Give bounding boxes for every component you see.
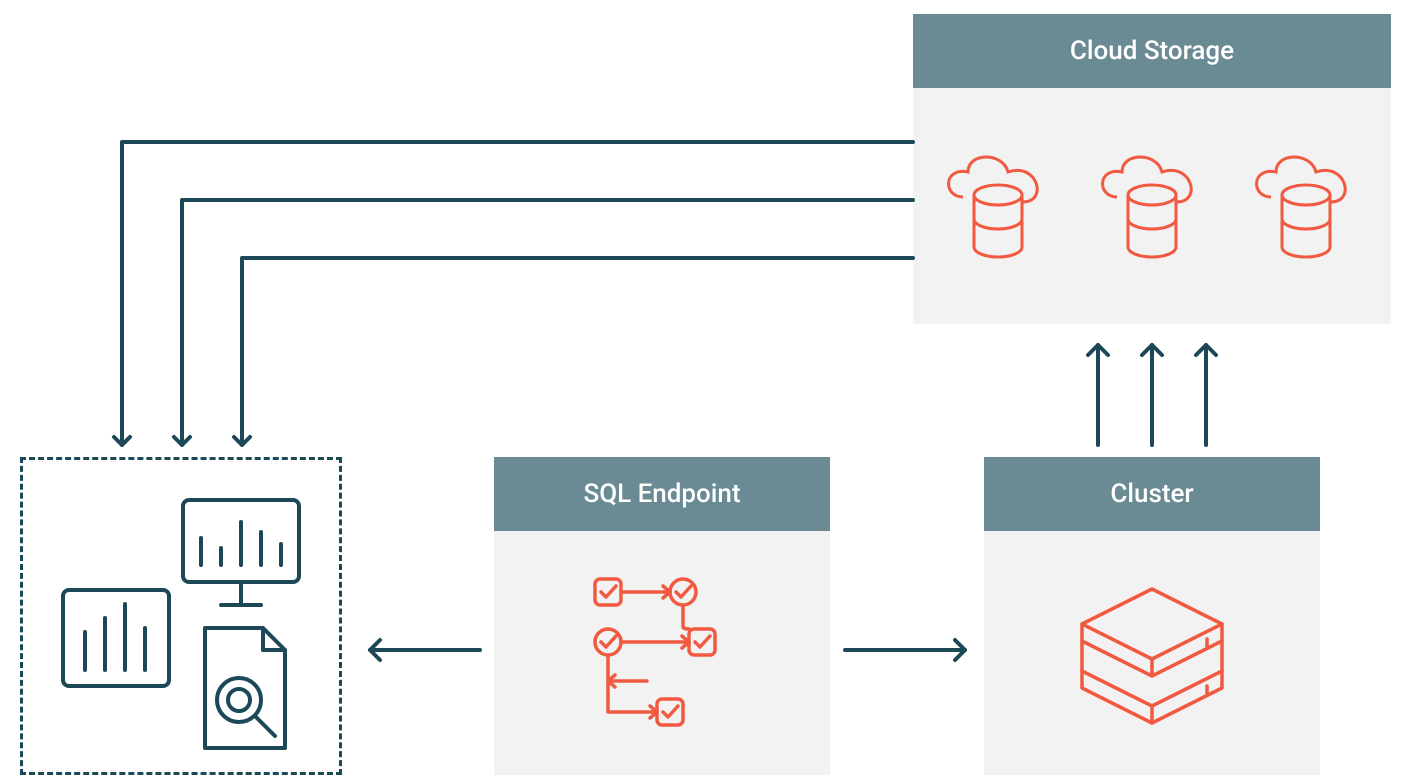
analytics-box <box>20 457 342 775</box>
sql-endpoint-box: SQL Endpoint <box>494 457 830 775</box>
cloud-database-icon <box>1087 147 1217 267</box>
stack-icon <box>1067 579 1237 729</box>
cloud-database-icon <box>1241 147 1371 267</box>
cloud-database-icon <box>933 147 1063 267</box>
workflow-icon <box>577 569 747 739</box>
cloud-storage-body <box>913 88 1391 326</box>
cluster-header: Cluster <box>984 457 1320 531</box>
cluster-label: Cluster <box>1110 479 1193 509</box>
cluster-body <box>984 531 1320 777</box>
cloud-storage-header: Cloud Storage <box>913 14 1391 88</box>
sql-endpoint-label: SQL Endpoint <box>583 479 740 509</box>
analytics-icons <box>23 460 339 772</box>
cloud-storage-box: Cloud Storage <box>913 14 1391 324</box>
cluster-box: Cluster <box>984 457 1320 775</box>
sql-endpoint-header: SQL Endpoint <box>494 457 830 531</box>
sql-endpoint-body <box>494 531 830 777</box>
cloud-storage-label: Cloud Storage <box>1070 36 1234 66</box>
